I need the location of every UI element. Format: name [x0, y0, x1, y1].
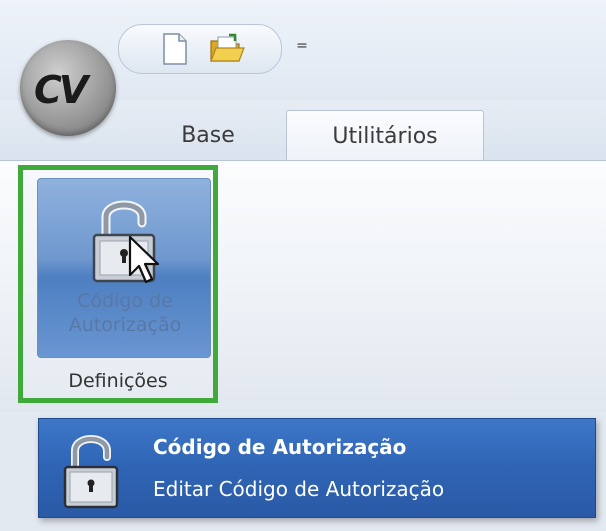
tooltip-authorization-code: Código de Autorização Editar Código de A… — [38, 418, 596, 518]
customize-quick-access-button[interactable]: = — [294, 36, 310, 56]
padlock-open-icon — [63, 435, 119, 509]
tab-base[interactable]: Base — [148, 110, 268, 160]
ribbon-group-definicoes: Código de Autorização Definições — [18, 165, 218, 403]
tab-utilitarios[interactable]: Utilitários — [286, 110, 484, 161]
open-folder-icon — [210, 33, 245, 62]
group-label: Definições — [68, 370, 168, 392]
ribbon-panel: Código de Autorização Definições — [0, 160, 606, 413]
application-window: = CV Base Utilitários Código de Autoriza… — [0, 0, 606, 531]
authorization-code-button[interactable]: Código de Autorização — [37, 178, 211, 358]
new-document-icon — [163, 33, 187, 65]
tooltip-description: Editar Código de Autorização — [153, 477, 445, 501]
app-logo: CV — [34, 68, 88, 112]
new-document-button[interactable] — [155, 31, 195, 67]
application-menu-button[interactable]: CV — [20, 40, 116, 136]
open-folder-button[interactable] — [207, 31, 247, 67]
authorization-code-label: Código de Autorização — [68, 290, 182, 336]
tooltip-title: Código de Autorização — [153, 435, 407, 459]
mouse-cursor-icon — [128, 235, 160, 284]
quick-access-toolbar — [118, 24, 282, 74]
